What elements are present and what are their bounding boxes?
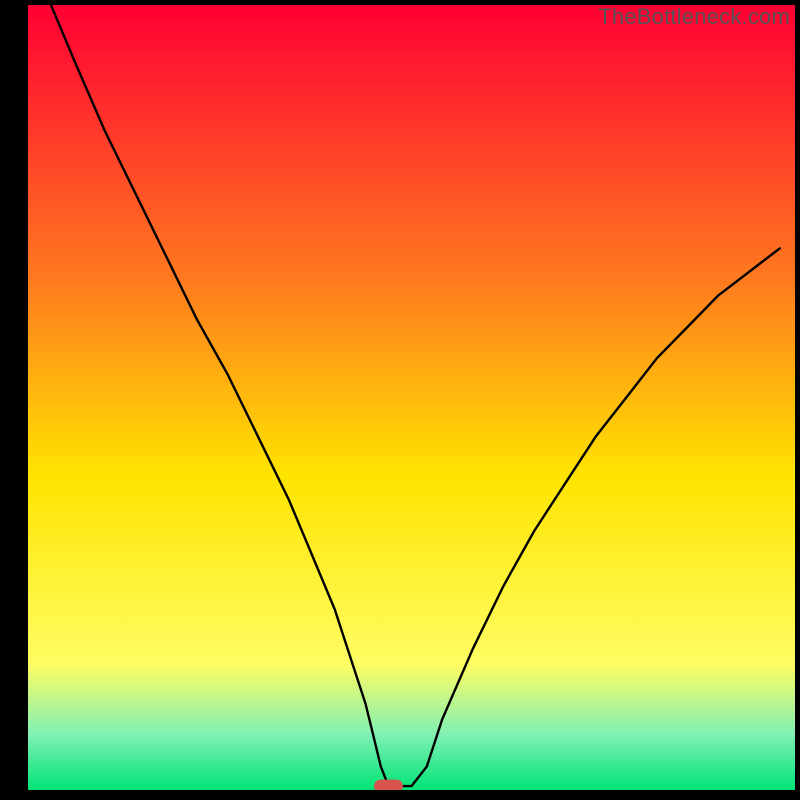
bottleneck-chart: TheBottleneck.com	[0, 0, 800, 800]
chart-svg	[0, 0, 800, 800]
watermark-text: TheBottleneck.com	[598, 4, 790, 30]
plot-background	[28, 5, 795, 790]
